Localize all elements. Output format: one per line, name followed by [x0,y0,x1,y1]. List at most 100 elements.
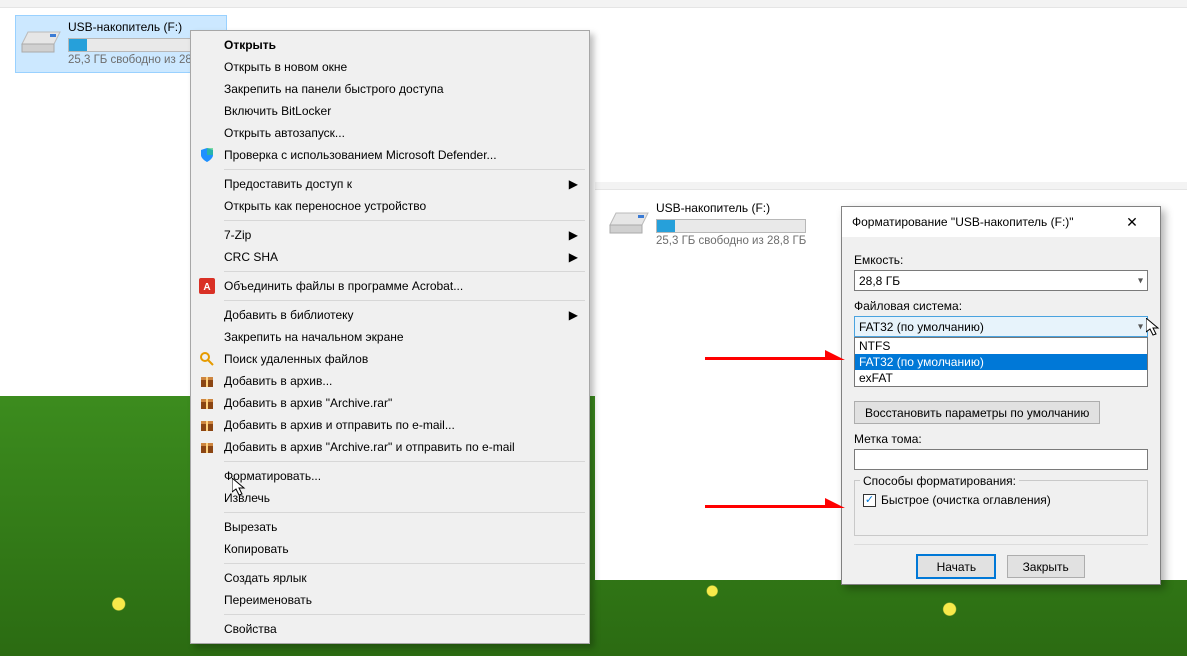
ctx-copy[interactable]: Копировать [194,538,586,560]
ctx-label: Включить BitLocker [224,104,331,118]
drive-tile-f[interactable]: USB-накопитель (F:) 25,3 ГБ свободно из … [603,196,815,254]
ctx-add-archive-email[interactable]: Добавить в архив и отправить по e-mail..… [194,414,586,436]
ctx-open-autoplay[interactable]: Открыть автозапуск... [194,122,586,144]
ctx-pin-to-start[interactable]: Закрепить на начальном экране [194,326,586,348]
separator [224,461,585,462]
button-label: Начать [937,560,977,574]
ctx-add-to-archive[interactable]: Добавить в архив... [194,370,586,392]
ctx-crc-sha[interactable]: CRC SHA ▶ [194,246,586,268]
cursor-icon [1146,318,1162,338]
drive-usage-bar [656,219,806,233]
ctx-cut[interactable]: Вырезать [194,516,586,538]
ctx-properties[interactable]: Свойства [194,618,586,640]
ctx-add-to-archive-rar[interactable]: Добавить в архив "Archive.rar" [194,392,586,414]
ctx-open-new-window[interactable]: Открыть в новом окне [194,56,586,78]
ctx-format[interactable]: Форматировать... [194,465,586,487]
ctx-add-archive-rar-email[interactable]: Добавить в архив "Archive.rar" и отправи… [194,436,586,458]
filesystem-dropdown: NTFS FAT32 (по умолчанию) exFAT [854,337,1148,387]
ctx-label: Открыть в новом окне [224,60,347,74]
button-label: Закрыть [1023,560,1069,574]
ctx-label: Закрепить на панели быстрого доступа [224,82,444,96]
ctx-pin-quick-access[interactable]: Закрепить на панели быстрого доступа [194,78,586,100]
fs-option-exfat[interactable]: exFAT [855,370,1147,386]
ctx-label: Объединить файлы в программе Acrobat... [224,279,463,293]
acrobat-icon: A [199,278,215,294]
ctx-search-deleted[interactable]: Поиск удаленных файлов [194,348,586,370]
ctx-open-portable[interactable]: Открыть как переносное устройство [194,195,586,217]
volume-label-input[interactable] [854,449,1148,470]
submenu-arrow-icon: ▶ [569,177,578,191]
ctx-label: Открыть как переносное устройство [224,199,426,213]
format-options-label: Способы форматирования: [860,474,1019,488]
filesystem-label: Файловая система: [854,299,1148,313]
capacity-label: Емкость: [854,253,1148,267]
ctx-label: Свойства [224,622,277,636]
winrar-icon [199,373,215,389]
dialog-title: Форматирование "USB-накопитель (F:)" [852,215,1112,229]
shield-icon [199,147,215,163]
close-icon: ✕ [1126,214,1138,231]
ctx-label: Копировать [224,542,289,556]
ctx-share[interactable]: Предоставить доступ к▶ [194,173,586,195]
svg-text:A: A [203,282,210,293]
format-options-group: Способы форматирования: ✓ Быстрое (очист… [854,480,1148,536]
explorer-toolbar [0,0,1187,8]
context-menu: Открыть Открыть в новом окне Закрепить н… [190,30,590,644]
separator [224,563,585,564]
magnifier-trash-icon [199,351,215,367]
separator [224,512,585,513]
ctx-label: Открыть [224,38,276,52]
ctx-rename[interactable]: Переименовать [194,589,586,611]
annotation-arrow-icon [705,498,845,508]
chevron-down-icon: ▾ [1138,275,1143,286]
fs-option-fat32[interactable]: FAT32 (по умолчанию) [855,354,1147,370]
ctx-eject[interactable]: Извлечь [194,487,586,509]
button-label: Восстановить параметры по умолчанию [865,406,1089,420]
ctx-label: Добавить в архив "Archive.rar" [224,396,392,410]
usb-drive-icon [20,24,62,54]
ctx-label: Создать ярлык [224,571,307,585]
winrar-icon [199,439,215,455]
dialog-titlebar[interactable]: Форматирование "USB-накопитель (F:)" ✕ [842,207,1160,237]
ctx-combine-acrobat[interactable]: A Объединить файлы в программе Acrobat..… [194,275,586,297]
filesystem-value: FAT32 (по умолчанию) [859,320,984,334]
separator [854,544,1148,545]
separator [224,614,585,615]
ctx-create-shortcut[interactable]: Создать ярлык [194,567,586,589]
ctx-open[interactable]: Открыть [194,34,586,56]
ctx-label: Закрепить на начальном экране [224,330,404,344]
ctx-enable-bitlocker[interactable]: Включить BitLocker [194,100,586,122]
ctx-7zip[interactable]: 7-Zip▶ [194,224,586,246]
ctx-label: Добавить в архив и отправить по e-mail..… [224,418,455,432]
ctx-label: Вырезать [224,520,277,534]
ctx-label: Добавить в архив "Archive.rar" и отправи… [224,440,515,454]
ctx-scan-defender[interactable]: Проверка с использованием Microsoft Defe… [194,144,586,166]
separator [224,271,585,272]
ctx-label: Переименовать [224,593,312,607]
capacity-value: 28,8 ГБ [859,274,900,288]
drive-name: USB-накопитель (F:) [656,201,806,217]
separator [224,169,585,170]
filesystem-select[interactable]: FAT32 (по умолчанию) ▾ NTFS FAT32 (по ум… [854,316,1148,337]
ctx-label: Открыть автозапуск... [224,126,345,140]
close-button[interactable]: ✕ [1112,208,1152,236]
start-button[interactable]: Начать [917,555,995,578]
ctx-label: 7-Zip [224,228,251,242]
restore-defaults-button[interactable]: Восстановить параметры по умолчанию [854,401,1100,424]
fs-option-ntfs[interactable]: NTFS [855,338,1147,354]
ctx-label: CRC SHA [224,250,278,264]
winrar-icon [199,417,215,433]
separator [224,220,585,221]
annotation-arrow-icon [705,350,845,360]
ctx-add-to-library[interactable]: Добавить в библиотеку▶ [194,304,586,326]
explorer-toolbar-2 [595,182,1187,190]
ctx-label: Проверка с использованием Microsoft Defe… [224,148,497,162]
format-dialog: Форматирование "USB-накопитель (F:)" ✕ Е… [841,206,1161,585]
chevron-down-icon: ▾ [1138,321,1143,332]
drive-free-text: 25,3 ГБ свободно из 28,8 ГБ [656,234,806,249]
volume-label-label: Метка тома: [854,432,1148,446]
capacity-select[interactable]: 28,8 ГБ ▾ [854,270,1148,291]
submenu-arrow-icon: ▶ [569,250,578,264]
quick-format-checkbox[interactable]: ✓ [863,494,876,507]
close-button[interactable]: Закрыть [1007,555,1085,578]
